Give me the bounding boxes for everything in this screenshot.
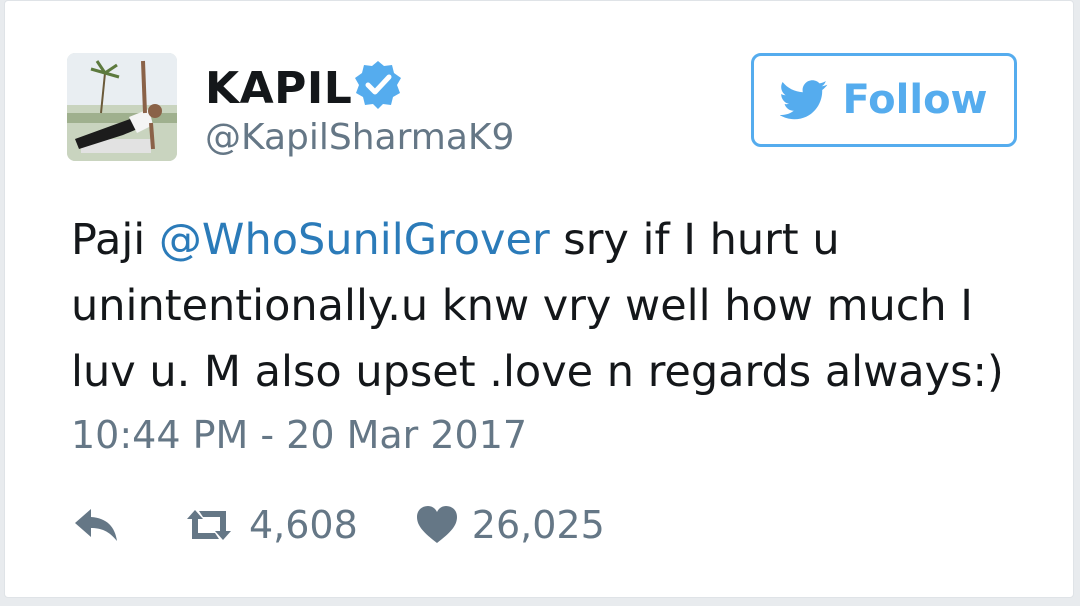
- reply-icon[interactable]: [71, 505, 121, 545]
- tweet-text: Paji @WhoSunilGrover sry if I hurt u uni…: [71, 207, 1031, 405]
- like-action[interactable]: 26,025: [416, 503, 605, 547]
- heart-icon: [416, 506, 457, 543]
- follow-label: Follow: [842, 77, 988, 123]
- tweet-text-before: Paji: [71, 215, 159, 265]
- avatar[interactable]: [67, 53, 177, 161]
- follow-button[interactable]: Follow: [751, 53, 1017, 147]
- user-handle[interactable]: @KapilSharmaK9: [205, 117, 514, 158]
- mention-link[interactable]: @WhoSunilGrover: [159, 215, 550, 265]
- twitter-bird-icon: [780, 80, 828, 120]
- avatar-photo: [67, 53, 177, 161]
- tweet-card: KAPIL @KapilSharmaK9 Follow Paji @WhoSun…: [4, 0, 1074, 598]
- display-name[interactable]: KAPIL: [205, 63, 352, 114]
- tweet-actions: 4,608 26,025: [71, 499, 605, 551]
- like-count: 26,025: [471, 503, 605, 547]
- retweet-action[interactable]: 4,608: [181, 503, 416, 547]
- verified-badge-icon: [355, 61, 401, 109]
- retweet-count: 4,608: [249, 503, 358, 547]
- retweet-icon: [187, 510, 231, 540]
- tweet-timestamp[interactable]: 10:44 PM - 20 Mar 2017: [71, 413, 527, 457]
